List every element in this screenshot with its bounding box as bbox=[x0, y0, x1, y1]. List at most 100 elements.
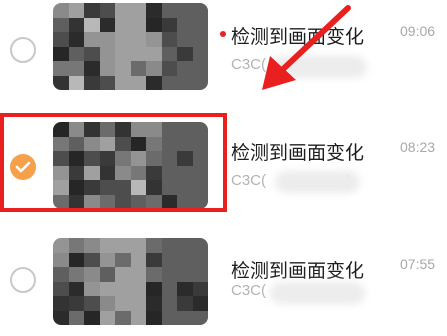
thumbnail-pixel bbox=[130, 61, 146, 76]
thumbnail-pixel bbox=[68, 136, 84, 151]
thumbnail-pixel bbox=[192, 252, 208, 267]
event-time: 09:06 bbox=[400, 23, 436, 39]
thumbnail-pixel bbox=[192, 267, 208, 282]
thumbnail-pixel bbox=[99, 46, 115, 61]
thumbnail-pixel bbox=[177, 122, 193, 137]
thumbnail-pixel bbox=[115, 238, 131, 253]
thumbnail-pixel bbox=[192, 180, 208, 195]
thumbnail-pixel bbox=[130, 136, 146, 151]
thumbnail-pixel bbox=[161, 194, 177, 209]
thumbnail-pixel bbox=[84, 3, 100, 18]
thumbnail-pixel bbox=[53, 296, 69, 311]
thumbnail-pixel bbox=[177, 61, 193, 76]
thumbnail-pixel bbox=[161, 61, 177, 76]
thumbnail-pixel bbox=[115, 151, 131, 166]
thumbnail-pixel bbox=[192, 61, 208, 76]
thumbnail-pixel bbox=[53, 136, 69, 151]
thumbnail-pixel bbox=[99, 151, 115, 166]
thumbnail-pixel bbox=[84, 46, 100, 61]
thumbnail-pixel bbox=[192, 151, 208, 166]
select-radio[interactable] bbox=[10, 154, 36, 180]
thumbnail-pixel bbox=[192, 32, 208, 47]
thumbnail-pixel bbox=[177, 267, 193, 282]
thumbnail-pixel bbox=[115, 75, 131, 90]
thumbnail-pixel bbox=[130, 310, 146, 325]
redacted-text bbox=[270, 282, 365, 304]
thumbnail-pixel bbox=[84, 136, 100, 151]
list-item[interactable]: 检测到画面变化 C3C( 09:06 bbox=[0, 0, 447, 104]
list-item[interactable]: 检测到画面变化 C3C( 07:55 bbox=[0, 232, 447, 336]
thumbnail-pixel bbox=[177, 238, 193, 253]
thumbnail-pixel bbox=[146, 180, 162, 195]
thumbnail-pixel bbox=[192, 165, 208, 180]
thumbnail-pixel bbox=[115, 180, 131, 195]
thumbnail-pixel bbox=[146, 122, 162, 137]
thumbnail-pixel bbox=[192, 75, 208, 90]
thumbnail-pixel bbox=[161, 17, 177, 32]
thumbnail-pixel bbox=[146, 46, 162, 61]
thumbnail-pixel bbox=[84, 32, 100, 47]
thumbnail-pixel bbox=[192, 122, 208, 137]
thumbnail-pixel bbox=[130, 180, 146, 195]
device-name: C3C( bbox=[231, 282, 267, 299]
thumbnail-pixel bbox=[115, 281, 131, 296]
thumbnail-pixel bbox=[84, 296, 100, 311]
thumbnail-pixel bbox=[53, 165, 69, 180]
thumbnail-pixel bbox=[130, 46, 146, 61]
thumbnail-pixel bbox=[130, 165, 146, 180]
thumbnail-pixel bbox=[68, 180, 84, 195]
thumbnail-pixel bbox=[99, 310, 115, 325]
event-title: 检测到画面变化 bbox=[231, 143, 365, 164]
thumbnail-pixel bbox=[53, 32, 69, 47]
select-radio[interactable] bbox=[10, 267, 36, 293]
device-name-prefix: C3C( bbox=[231, 172, 267, 189]
list-item[interactable]: 检测到画面变化 C3C() 08:23 bbox=[0, 112, 447, 216]
thumbnail-pixel bbox=[146, 296, 162, 311]
thumbnail-pixel bbox=[130, 17, 146, 32]
thumbnail-pixel bbox=[53, 238, 69, 253]
thumbnail-pixel bbox=[161, 281, 177, 296]
video-thumbnail[interactable] bbox=[53, 3, 208, 90]
thumbnail-pixel bbox=[177, 296, 193, 311]
video-thumbnail[interactable] bbox=[53, 122, 208, 209]
thumbnail-pixel bbox=[161, 267, 177, 282]
thumbnail-pixel bbox=[84, 238, 100, 253]
thumbnail-pixel bbox=[84, 252, 100, 267]
thumbnail-pixel bbox=[99, 32, 115, 47]
thumbnail-pixel bbox=[146, 281, 162, 296]
thumbnail-pixel bbox=[130, 151, 146, 166]
video-thumbnail[interactable] bbox=[53, 238, 208, 325]
thumbnail-pixel bbox=[68, 194, 84, 209]
select-radio[interactable] bbox=[10, 37, 36, 63]
thumbnail-pixel bbox=[115, 310, 131, 325]
thumbnail-pixel bbox=[99, 267, 115, 282]
thumbnail-pixel bbox=[192, 17, 208, 32]
thumbnail-pixel bbox=[53, 267, 69, 282]
thumbnail-pixel bbox=[84, 267, 100, 282]
thumbnail-pixel bbox=[84, 61, 100, 76]
redacted-text bbox=[275, 171, 360, 193]
thumbnail-pixel bbox=[115, 122, 131, 137]
thumbnail-pixel bbox=[192, 3, 208, 18]
thumbnail-pixel bbox=[130, 281, 146, 296]
thumbnail-pixel bbox=[146, 32, 162, 47]
thumbnail-pixel bbox=[99, 75, 115, 90]
thumbnail-pixel bbox=[177, 310, 193, 325]
thumbnail-pixel bbox=[53, 3, 69, 18]
thumbnail-pixel bbox=[130, 238, 146, 253]
thumbnail-pixel bbox=[99, 296, 115, 311]
event-time: 07:55 bbox=[400, 256, 436, 272]
thumbnail-pixel bbox=[99, 61, 115, 76]
thumbnail-pixel bbox=[53, 310, 69, 325]
thumbnail-pixel bbox=[161, 46, 177, 61]
event-title: 检测到画面变化 bbox=[231, 261, 365, 282]
thumbnail-pixel bbox=[84, 122, 100, 137]
thumbnail-pixel bbox=[68, 296, 84, 311]
thumbnail-pixel bbox=[53, 46, 69, 61]
thumbnail-pixel bbox=[53, 252, 69, 267]
thumbnail-pixel bbox=[192, 310, 208, 325]
thumbnail-pixel bbox=[146, 3, 162, 18]
thumbnail-pixel bbox=[115, 136, 131, 151]
thumbnail-pixel bbox=[161, 165, 177, 180]
thumbnail-pixel bbox=[177, 194, 193, 209]
